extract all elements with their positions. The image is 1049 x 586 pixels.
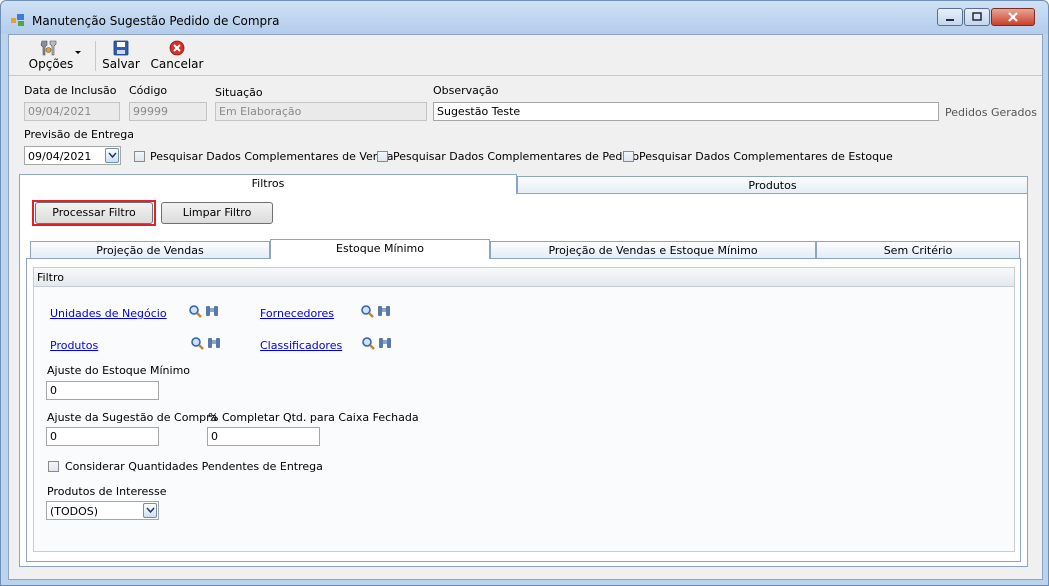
venda-checkbox-label: Pesquisar Dados Complementares de Venda [150, 150, 394, 163]
considerar-checkbox[interactable] [48, 461, 59, 472]
process-filter-button[interactable]: Processar Filtro [35, 202, 153, 224]
options-label: Opções [28, 57, 74, 71]
previsao-dropdown-button[interactable] [105, 148, 119, 163]
toolbar: Opções Salvar Cancelar [9, 35, 1042, 76]
pedido-checkbox[interactable] [377, 151, 388, 162]
maximize-button[interactable] [964, 8, 990, 26]
observacao-label: Observação [433, 84, 499, 97]
form-area: Data de Inclusão Código Situação Observa… [9, 78, 1042, 579]
situacao-label: Situação [215, 86, 263, 99]
ajuste-sugestao-field[interactable] [46, 427, 159, 446]
filtro-group-title: Filtro [37, 271, 64, 284]
search-icon[interactable] [361, 336, 376, 350]
ajuste-estoque-label: Ajuste do Estoque Mínimo [47, 364, 191, 377]
produtos-icons [190, 336, 224, 350]
floppy-disk-icon [113, 40, 129, 56]
produtos-interesse-select[interactable]: (TODOS) [46, 501, 159, 520]
tab-estoque-minimo[interactable]: Estoque Mínimo [270, 239, 490, 259]
tab-projecao-vendas[interactable]: Projeção de Vendas [30, 241, 270, 259]
previsao-label: Previsão de Entrega [24, 128, 135, 141]
data-inclusao-field[interactable] [24, 102, 120, 121]
previsao-value: 09/04/2021 [28, 150, 92, 163]
cancel-icon [169, 40, 185, 56]
window-title: Manutenção Sugestão Pedido de Compra [32, 14, 280, 28]
minimize-icon [946, 19, 954, 21]
ajuste-sugestao-label: Ajuste da Sugestão de Compra [47, 411, 218, 424]
app-icon [11, 14, 24, 26]
filtros-panel: Processar Filtro Limpar Filtro Projeção … [19, 193, 1028, 567]
close-icon [1008, 12, 1018, 22]
pedidos-gerados-label: Pedidos Gerados [945, 106, 1037, 119]
client-area: Opções Salvar Cancelar Data de Inclusão … [8, 34, 1043, 580]
completar-field[interactable] [207, 427, 320, 446]
binoculars-icon[interactable] [378, 336, 392, 350]
chevron-down-icon [75, 51, 81, 54]
fornecedores-link[interactable]: Fornecedores [260, 307, 334, 320]
search-icon[interactable] [190, 336, 205, 350]
cancel-label: Cancelar [150, 57, 204, 71]
search-icon[interactable] [188, 304, 203, 318]
classificadores-icons [361, 336, 395, 350]
produtos-interesse-label: Produtos de Interesse [47, 485, 167, 498]
produtos-interesse-value: (TODOS) [50, 505, 99, 518]
cancel-button[interactable]: Cancelar [149, 37, 205, 73]
tools-icon [40, 40, 57, 56]
binoculars-icon[interactable] [207, 336, 221, 350]
save-label: Salvar [102, 57, 140, 71]
tab-sem-criterio[interactable]: Sem Critério [816, 241, 1020, 259]
classificadores-link[interactable]: Classificadores [260, 339, 342, 352]
unidades-icons [188, 304, 222, 318]
maximize-icon [972, 12, 982, 21]
estoque-checkbox-label: Pesquisar Dados Complementares de Estoqu… [639, 150, 893, 163]
binoculars-icon[interactable] [377, 304, 391, 318]
codigo-label: Código [129, 84, 168, 97]
data-inclusao-label: Data de Inclusão [24, 84, 117, 97]
search-icon[interactable] [360, 304, 375, 318]
observacao-field[interactable] [433, 102, 939, 121]
codigo-field[interactable] [129, 102, 207, 121]
tab-produtos[interactable]: Produtos [517, 176, 1028, 194]
chevron-down-icon [108, 152, 117, 159]
filtro-group: Filtro Unidades de Negócio Fornecedores [33, 267, 1015, 552]
produtos-link[interactable]: Produtos [50, 339, 98, 352]
save-button[interactable]: Salvar [99, 37, 143, 73]
filtro-group-header: Filtro [34, 268, 1014, 287]
completar-label: % Completar Qtd. para Caixa Fechada [208, 411, 419, 424]
clear-filter-button[interactable]: Limpar Filtro [161, 202, 273, 224]
toolbar-separator [95, 41, 96, 71]
venda-checkbox[interactable] [134, 151, 145, 162]
binoculars-icon[interactable] [205, 304, 219, 318]
estoque-minimo-panel: Filtro Unidades de Negócio Fornecedores [26, 258, 1021, 562]
close-window-button[interactable] [991, 8, 1035, 26]
produtos-interesse-dropdown-button[interactable] [143, 503, 157, 518]
situacao-field[interactable] [215, 102, 427, 121]
title-bar[interactable]: Manutenção Sugestão Pedido de Compra [1, 1, 1048, 34]
unidades-negocio-link[interactable]: Unidades de Negócio [50, 307, 167, 320]
estoque-checkbox[interactable] [623, 151, 634, 162]
previsao-date-picker[interactable]: 09/04/2021 [24, 146, 121, 165]
minimize-button[interactable] [937, 8, 963, 26]
fornecedores-icons [360, 304, 394, 318]
considerar-checkbox-label: Considerar Quantidades Pendentes de Entr… [65, 460, 323, 473]
chevron-down-icon [146, 507, 155, 514]
tab-filtros[interactable]: Filtros [19, 174, 517, 194]
options-button[interactable]: Opções [13, 37, 89, 73]
tab-projecao-vendas-estoque[interactable]: Projeção de Vendas e Estoque Mínimo [490, 241, 816, 259]
pedido-checkbox-label: Pesquisar Dados Complementares de Pedido [393, 150, 640, 163]
ajuste-estoque-field[interactable] [46, 381, 159, 400]
app-window: Manutenção Sugestão Pedido de Compra Opç… [0, 0, 1049, 586]
